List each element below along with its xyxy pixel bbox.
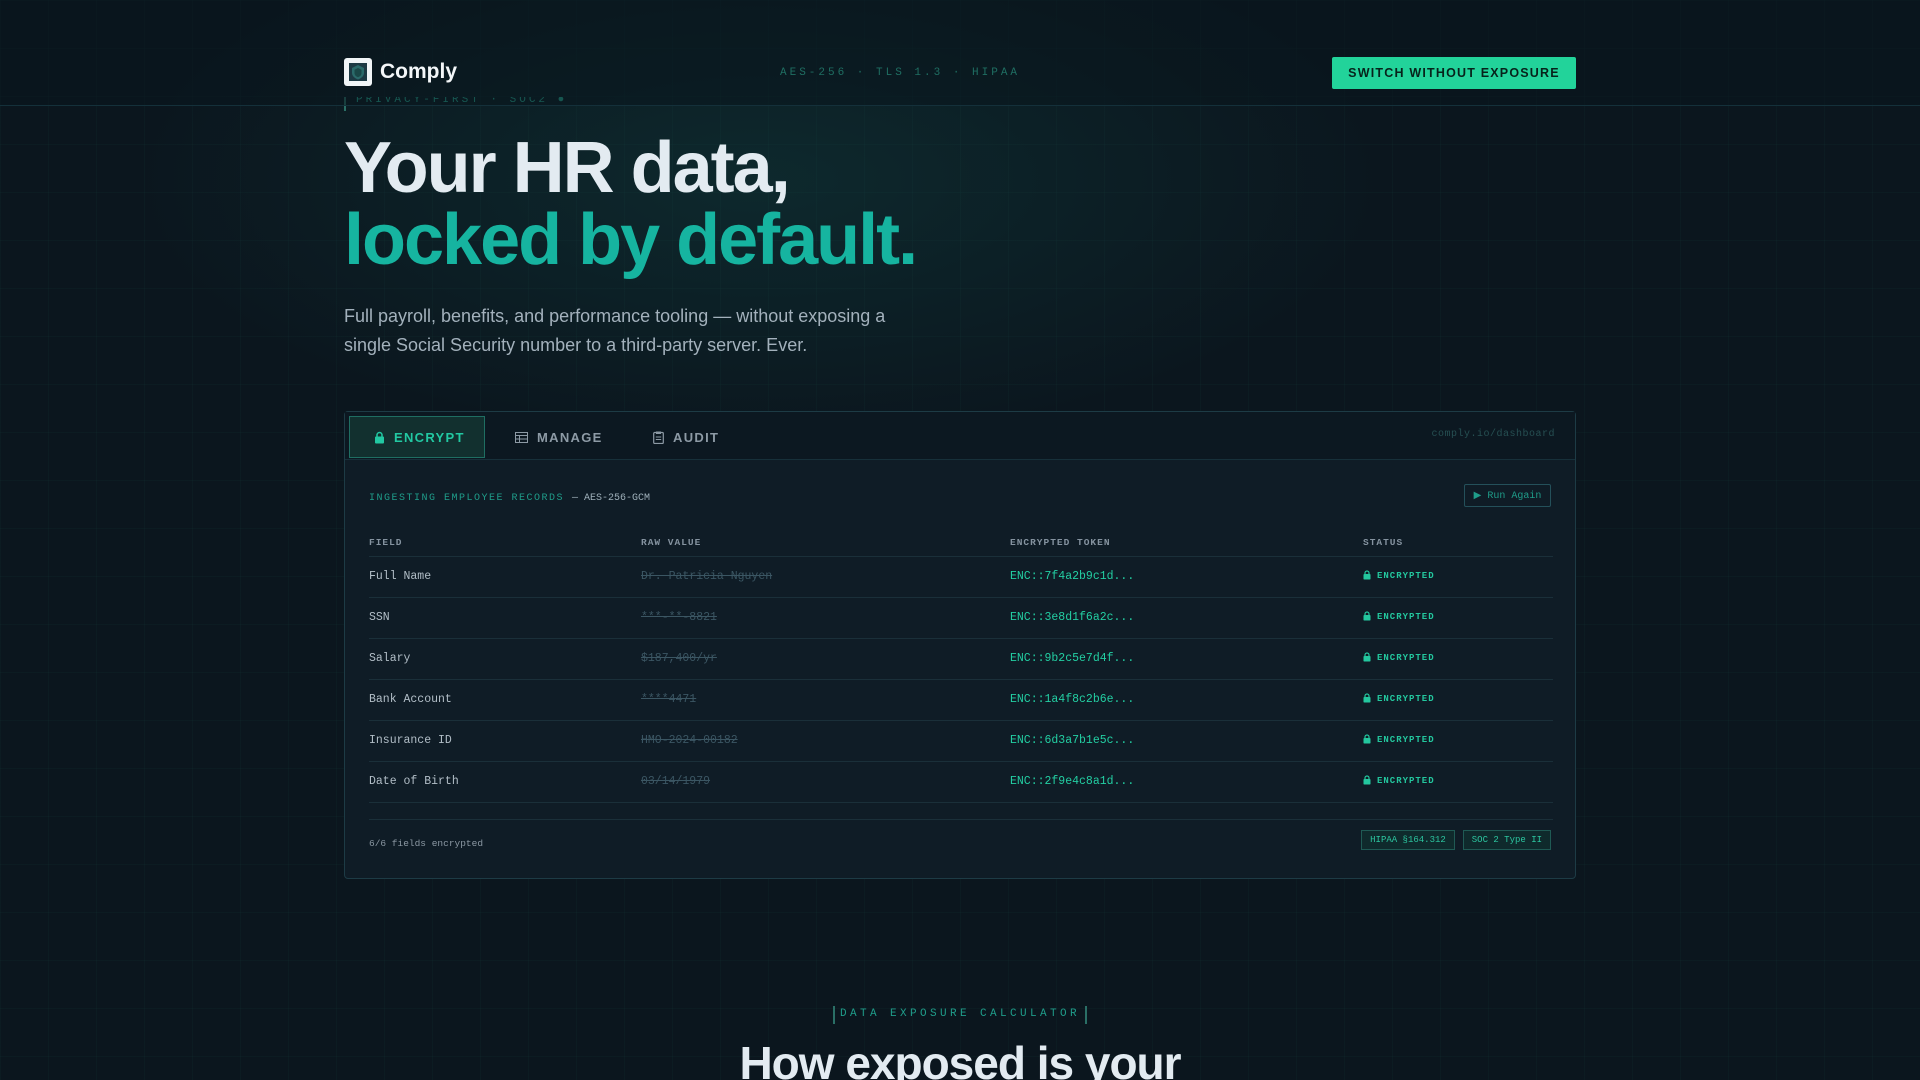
table-row: Bank Account ****4471 ENC::1a4f8c2b6e... EN… (369, 679, 1553, 721)
lock-icon (1363, 570, 1371, 583)
table-row: Date of Birth 03/14/1979 ENC::2f9e4c8a1d..… (369, 761, 1553, 803)
field-name: SSN (369, 597, 641, 639)
raw-value: ***-**-8821 (641, 597, 1010, 639)
ingest-status: INGESTING EMPLOYEE RECORDS — AES-256-GCM (369, 493, 650, 504)
dashboard-panel: ENCRYPT MANAGE AUDIT comply.io/dashboard… (344, 411, 1576, 879)
table-row: Salary $187,400/yr ENC::9b2c5e7d4f... ENCRY… (369, 638, 1553, 680)
hero-title: Your HR data, locked by default. (344, 128, 918, 280)
top-nav: Comply AES-256 · TLS 1.3 · HIPAA SWITCH … (0, 0, 1920, 106)
calculator-title: How exposed is your (739, 1037, 1181, 1080)
clipboard-icon (653, 431, 664, 444)
column-header-raw: RAW VALUE (641, 528, 1010, 557)
table-header-row: FIELD RAW VALUE ENCRYPTED TOKEN STATUS (369, 528, 1553, 557)
hero-title-line1: Your HR data, (344, 128, 791, 208)
panel-divider (369, 819, 1553, 820)
encrypted-token: ENC::3e8d1f6a2c... (1010, 597, 1363, 639)
status-cell: ENCRYPTED (1363, 761, 1553, 803)
raw-value: ****4471 (641, 679, 1010, 721)
field-name: Full Name (369, 556, 641, 598)
table-icon (515, 431, 528, 443)
encrypted-token: ENC::6d3a7b1e5c... (1010, 720, 1363, 762)
lock-icon (1363, 611, 1371, 624)
soc2-badge: SOC 2 Type II (1462, 830, 1551, 850)
security-tags: AES-256 · TLS 1.3 · HIPAA (780, 67, 1021, 79)
table-row: Full Name Dr. Patricia Nguyen ENC::7f4a2b9… (369, 556, 1553, 598)
hero-title-line2: locked by default. (344, 200, 918, 280)
status-badge: ENCRYPTED (1377, 612, 1435, 622)
lock-icon (374, 431, 385, 444)
raw-value: $187,400/yr (641, 638, 1010, 680)
status-cell: ENCRYPTED (1363, 720, 1553, 762)
status-cell: ENCRYPTED (1363, 597, 1553, 639)
status-cell: ENCRYPTED (1363, 679, 1553, 721)
field-name: Salary (369, 638, 641, 680)
tab-encrypt-label: ENCRYPT (394, 429, 465, 445)
raw-value: 03/14/1979 (641, 761, 1010, 803)
encrypted-token: ENC::9b2c5e7d4f... (1010, 638, 1363, 680)
raw-value: Dr. Patricia Nguyen (641, 556, 1010, 598)
table-row: SSN ***-**-8821 ENC::3e8d1f6a2c... ENCRYPTE… (369, 597, 1553, 639)
panel-tabs: ENCRYPT MANAGE AUDIT comply.io/dashboard (345, 412, 1575, 460)
status-badge: ENCRYPTED (1377, 571, 1435, 581)
brand-name: Comply (380, 60, 458, 83)
raw-value: HMO-2024-00182 (641, 720, 1010, 762)
tab-manage[interactable]: MANAGE (515, 416, 603, 458)
ingest-label: INGESTING EMPLOYEE RECORDS (369, 493, 565, 504)
tab-audit[interactable]: AUDIT (653, 416, 719, 458)
lock-icon (1363, 775, 1371, 788)
switch-cta-button[interactable]: SWITCH WITHOUT EXPOSURE (1332, 57, 1576, 89)
status-cell: ENCRYPTED (1363, 556, 1553, 598)
run-again-button[interactable]: ▶ Run Again (1464, 484, 1551, 507)
lock-icon (1363, 734, 1371, 747)
table-row: Insurance ID HMO-2024-00182 ENC::6d3a7b1e5… (369, 720, 1553, 762)
status-badge: ENCRYPTED (1377, 735, 1435, 745)
lock-icon (1363, 693, 1371, 706)
hipaa-badge: HIPAA §164.312 (1361, 830, 1455, 850)
fields-count: 6/6 fields encrypted (369, 838, 484, 849)
status-cell: ENCRYPTED (1363, 638, 1553, 680)
status-badge: ENCRYPTED (1377, 776, 1435, 786)
encrypted-token: ENC::1a4f8c2b6e... (1010, 679, 1363, 721)
records-table: FIELD RAW VALUE ENCRYPTED TOKEN STATUS F… (369, 528, 1553, 803)
calculator-eyebrow: DATA EXPOSURE CALCULATOR (833, 1006, 1087, 1024)
field-name: Insurance ID (369, 720, 641, 762)
compliance-badges: HIPAA §164.312 SOC 2 Type II (1361, 830, 1551, 850)
hero-subtitle: Full payroll, benefits, and performance … (344, 306, 886, 355)
field-name: Date of Birth (369, 761, 641, 803)
field-name: Bank Account (369, 679, 641, 721)
shield-logo-icon (344, 58, 372, 86)
column-header-token: ENCRYPTED TOKEN (1010, 528, 1363, 557)
column-header-status: STATUS (1363, 528, 1553, 557)
tab-audit-label: AUDIT (673, 429, 720, 445)
panel-url: comply.io/dashboard (1431, 429, 1555, 440)
brand-logo[interactable]: Comply (344, 58, 457, 86)
column-header-field: FIELD (369, 528, 641, 557)
status-badge: ENCRYPTED (1377, 653, 1435, 663)
encrypted-token: ENC::7f4a2b9c1d... (1010, 556, 1363, 598)
tab-manage-label: MANAGE (537, 429, 603, 445)
ingest-algorithm: — AES-256-GCM (572, 493, 651, 504)
encrypted-token: ENC::2f9e4c8a1d... (1010, 761, 1363, 803)
status-badge: ENCRYPTED (1377, 694, 1435, 704)
tab-encrypt[interactable]: ENCRYPT (349, 416, 485, 458)
lock-icon (1363, 652, 1371, 665)
